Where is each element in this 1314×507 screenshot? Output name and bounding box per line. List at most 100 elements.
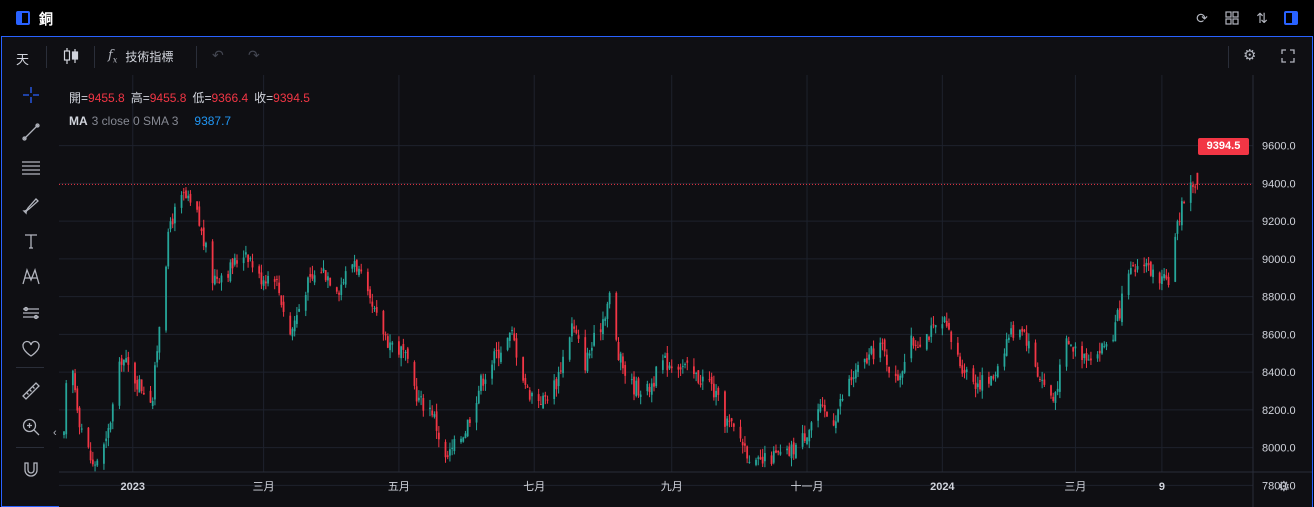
candle-body bbox=[384, 334, 387, 336]
candle-body bbox=[1025, 332, 1028, 346]
candle-body bbox=[198, 206, 201, 226]
fib-lines-icon[interactable] bbox=[20, 158, 42, 180]
candle-body bbox=[1116, 310, 1119, 321]
candle-body bbox=[322, 268, 325, 272]
candle-body bbox=[593, 332, 596, 346]
candle-body bbox=[375, 307, 378, 313]
candle-body bbox=[879, 342, 882, 358]
candle-body bbox=[80, 428, 83, 430]
candle-body bbox=[715, 390, 717, 398]
candle-body bbox=[451, 447, 454, 449]
undo-icon[interactable]: ↶ bbox=[212, 47, 224, 64]
candle-body bbox=[1027, 341, 1030, 349]
candle-body bbox=[1050, 385, 1052, 396]
candle-body bbox=[109, 422, 112, 430]
grid-icon[interactable] bbox=[1223, 9, 1241, 27]
candle-body bbox=[477, 390, 480, 404]
candle-body bbox=[484, 379, 487, 384]
candle-body bbox=[1165, 275, 1168, 279]
candle-body bbox=[103, 444, 105, 464]
candle-body bbox=[1039, 378, 1041, 380]
candle-body bbox=[872, 348, 875, 360]
ruler-icon[interactable] bbox=[20, 381, 42, 403]
crosshair-icon[interactable] bbox=[20, 85, 42, 107]
magnet-icon[interactable] bbox=[20, 459, 42, 481]
candle-body bbox=[1132, 264, 1134, 266]
candle-body bbox=[309, 274, 312, 277]
candle-body bbox=[1081, 346, 1083, 360]
high-label: 高= bbox=[130, 90, 150, 105]
candle-body bbox=[435, 411, 438, 431]
x-tick-label: 2024 bbox=[930, 481, 955, 493]
gear-icon[interactable]: ⚙ bbox=[1243, 46, 1256, 64]
candle-body bbox=[1152, 269, 1154, 278]
sort-arrows-icon[interactable]: ⇅ bbox=[1253, 9, 1271, 27]
candle-body bbox=[1192, 185, 1194, 187]
candle-body bbox=[792, 442, 795, 455]
candle-body bbox=[779, 451, 782, 455]
pattern-icon[interactable] bbox=[20, 267, 42, 289]
indicators-label: 技術指標 bbox=[125, 49, 174, 64]
candle-body bbox=[402, 343, 405, 350]
time-axis-settings-icon[interactable]: ⚙ bbox=[1277, 478, 1290, 495]
candle-body bbox=[1101, 343, 1103, 354]
refresh-icon[interactable]: ⟳ bbox=[1193, 9, 1211, 27]
candle-body bbox=[140, 379, 143, 391]
candle-body bbox=[686, 360, 689, 363]
price-chart[interactable]: 7800.08000.08200.08400.08600.08800.09000… bbox=[59, 75, 1312, 507]
candle-body bbox=[826, 411, 828, 417]
candle-body bbox=[366, 271, 369, 292]
candle-body bbox=[491, 364, 493, 379]
candle-body bbox=[763, 453, 766, 462]
candle-body bbox=[233, 257, 236, 265]
candle-body bbox=[917, 346, 919, 348]
candle-body bbox=[934, 325, 937, 328]
candle-body bbox=[125, 358, 128, 363]
candle-body bbox=[622, 356, 624, 369]
candle-body bbox=[606, 303, 609, 319]
candle-body bbox=[462, 437, 465, 442]
candle-body bbox=[373, 308, 376, 310]
candle-body bbox=[149, 390, 152, 403]
candle-body bbox=[979, 380, 981, 390]
projection-icon[interactable] bbox=[20, 303, 42, 325]
candlestick-icon[interactable] bbox=[62, 46, 80, 71]
candle-body bbox=[1127, 273, 1130, 295]
candle-body bbox=[741, 441, 744, 446]
indicators-button[interactable]: fx 技術指標 bbox=[108, 45, 173, 67]
candle-body bbox=[189, 193, 192, 203]
text-icon[interactable] bbox=[20, 231, 42, 253]
panel-left-icon[interactable] bbox=[16, 11, 30, 25]
candle-body bbox=[480, 375, 482, 391]
candle-body bbox=[522, 357, 525, 381]
interval-button[interactable]: 天 bbox=[16, 49, 29, 68]
candle-body bbox=[78, 407, 81, 428]
fullscreen-icon[interactable] bbox=[1281, 46, 1295, 67]
ma-legend[interactable]: MA 3 close 0 SMA 3 9387.7 bbox=[69, 113, 310, 129]
candle-body bbox=[118, 361, 121, 406]
candle-body bbox=[74, 373, 76, 391]
trend-line-icon[interactable] bbox=[20, 122, 42, 144]
heart-icon[interactable] bbox=[20, 339, 42, 361]
candle-body bbox=[972, 368, 975, 382]
candle-body bbox=[996, 366, 999, 378]
candle-body bbox=[542, 395, 544, 409]
candle-body bbox=[211, 241, 214, 284]
candle-body bbox=[406, 348, 409, 359]
candle-body bbox=[832, 420, 835, 426]
redo-icon[interactable]: ↷ bbox=[248, 47, 260, 64]
candle-body bbox=[810, 422, 813, 431]
candle-body bbox=[732, 423, 735, 427]
candle-body bbox=[446, 455, 449, 458]
collapse-arrow-icon[interactable]: ‹ bbox=[53, 427, 57, 439]
panel-right-icon[interactable] bbox=[1284, 11, 1298, 25]
candle-body bbox=[697, 370, 700, 383]
candle-body bbox=[868, 354, 871, 360]
candle-body bbox=[761, 456, 764, 464]
candle-body bbox=[1178, 220, 1181, 222]
candle-body bbox=[71, 370, 74, 386]
zoom-in-icon[interactable] bbox=[20, 417, 42, 439]
candle-body bbox=[910, 335, 913, 359]
candle-body bbox=[684, 363, 686, 365]
brush-icon[interactable] bbox=[20, 195, 42, 217]
